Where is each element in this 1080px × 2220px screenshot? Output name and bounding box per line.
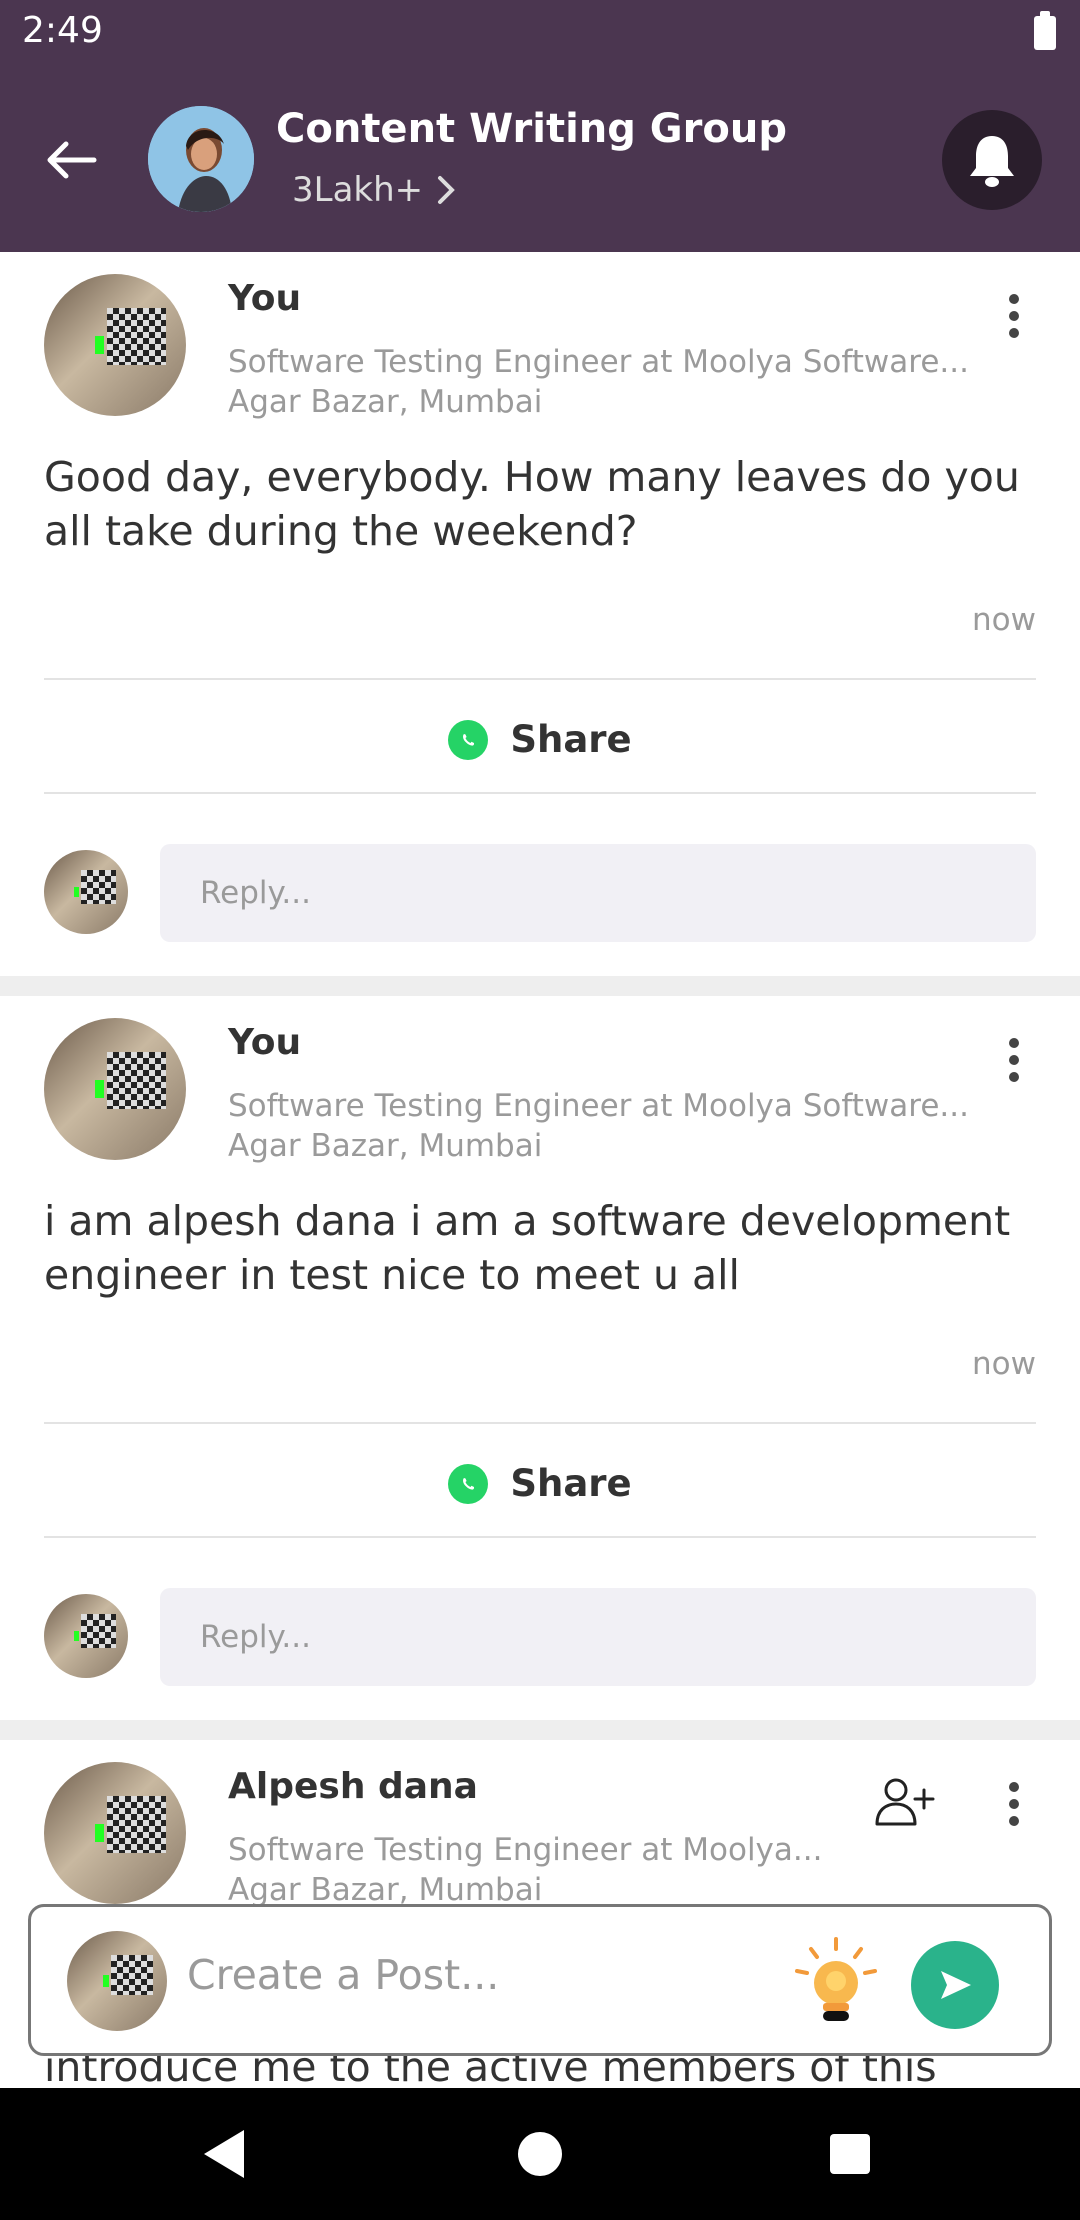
share-button[interactable]: Share (0, 718, 1080, 761)
send-icon (941, 1971, 971, 1999)
post-time: now (972, 602, 1036, 638)
whatsapp-icon (448, 1463, 489, 1504)
group-members[interactable]: 3Lakh+ (292, 170, 455, 210)
back-arrow-icon[interactable] (40, 130, 110, 190)
author-avatar[interactable] (44, 274, 186, 416)
post-author[interactable]: You (228, 278, 301, 319)
create-post-bar[interactable]: Create a Post... (28, 1904, 1052, 2056)
system-nav-bar (0, 2088, 1080, 2220)
app-bar: Content Writing Group 3Lakh+ (0, 66, 1080, 252)
post-feed[interactable]: You Software Testing Engineer at Moolya … (0, 252, 1080, 2088)
post-text: i am alpesh dana i am a software develop… (44, 1197, 1011, 1299)
create-post-input[interactable]: Create a Post... (187, 1951, 499, 1999)
nav-home-icon[interactable] (518, 2132, 562, 2176)
reply-input[interactable]: Reply... (160, 1588, 1036, 1686)
divider (44, 792, 1036, 794)
share-label: Share (510, 1462, 632, 1505)
chevron-right-icon (438, 176, 455, 204)
notification-bell-button[interactable] (942, 110, 1042, 210)
lightbulb-icon[interactable] (791, 1935, 881, 2029)
author-location: Agar Bazar, Mumbai (228, 1128, 543, 1164)
share-label: Share (510, 718, 632, 761)
add-user-icon[interactable] (874, 1776, 936, 1828)
status-time: 2:49 (22, 10, 103, 51)
more-options-icon[interactable] (996, 1774, 1032, 1834)
post-author[interactable]: Alpesh dana (228, 1766, 478, 1807)
reply-avatar (44, 850, 128, 934)
bell-icon (970, 136, 1014, 187)
share-button[interactable]: Share (0, 1462, 1080, 1505)
send-button[interactable] (911, 1941, 999, 2029)
post-card: You Software Testing Engineer at Moolya … (0, 996, 1080, 1720)
post-time: now (972, 1346, 1036, 1382)
post-separator (0, 1720, 1080, 1740)
post-author[interactable]: You (228, 1022, 301, 1063)
composer-avatar (67, 1931, 167, 2031)
more-options-icon[interactable] (996, 286, 1032, 346)
battery-icon (1034, 11, 1056, 50)
author-headline: Software Testing Engineer at Moolya... (228, 1832, 823, 1868)
group-title[interactable]: Content Writing Group (276, 106, 787, 152)
divider (44, 678, 1036, 680)
author-location: Agar Bazar, Mumbai (228, 384, 543, 420)
post-card: You Software Testing Engineer at Moolya … (0, 252, 1080, 976)
author-avatar[interactable] (44, 1762, 186, 1904)
member-count: 3Lakh+ (292, 170, 424, 210)
post-separator (0, 976, 1080, 996)
author-headline: Software Testing Engineer at Moolya Soft… (228, 1088, 969, 1124)
divider (44, 1536, 1036, 1538)
whatsapp-icon (448, 719, 489, 760)
divider (44, 1422, 1036, 1424)
post-text: Good day, everybody. How many leaves do … (44, 453, 1020, 555)
author-headline: Software Testing Engineer at Moolya Soft… (228, 344, 969, 380)
reply-input[interactable]: Reply... (160, 844, 1036, 942)
more-options-icon[interactable] (996, 1030, 1032, 1090)
nav-recents-icon[interactable] (830, 2134, 870, 2174)
status-bar: 2:49 (0, 0, 1080, 66)
reply-avatar (44, 1594, 128, 1678)
nav-back-icon[interactable] (204, 2130, 244, 2178)
group-avatar[interactable] (148, 106, 254, 212)
author-avatar[interactable] (44, 1018, 186, 1160)
